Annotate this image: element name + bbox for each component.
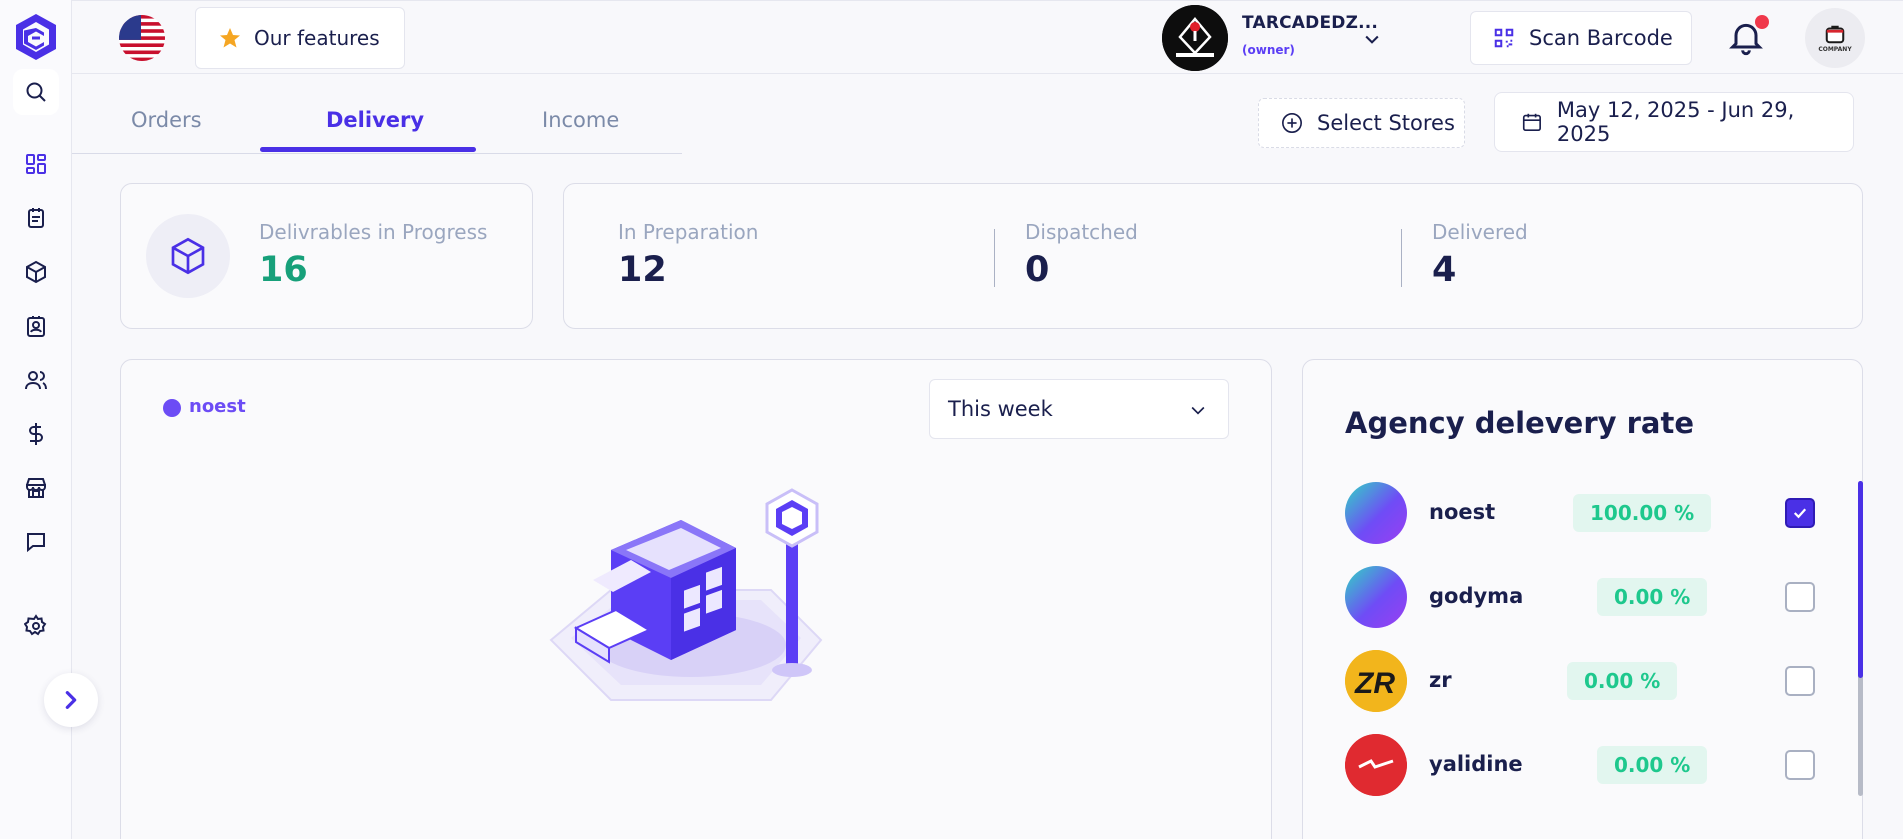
users-icon — [25, 371, 47, 390]
sidebar-item-contacts[interactable] — [18, 308, 54, 344]
agency-rate: 100.00 % — [1573, 494, 1712, 532]
chevron-down-icon — [1365, 35, 1379, 44]
box-icon — [146, 214, 230, 298]
account-switcher[interactable]: TARCADEDZ... (owner) — [1162, 5, 1400, 71]
in-progress-value: 16 — [259, 250, 308, 290]
scrollbar-thumb[interactable] — [1858, 481, 1863, 678]
chat-icon — [27, 533, 45, 553]
orders-icon — [28, 208, 44, 228]
sidebar-item-products[interactable] — [18, 254, 54, 290]
divider — [1401, 229, 1402, 287]
zr-logo-icon: ZR — [1345, 650, 1407, 712]
sidebar-item-users[interactable] — [18, 362, 54, 398]
delivery-chart-panel: noest This week — [120, 359, 1272, 839]
agency-name: noest — [1429, 500, 1496, 524]
dispatched-label: Dispatched — [1025, 220, 1138, 244]
agency-name: yalidine — [1429, 752, 1523, 776]
preparation-value: 12 — [618, 250, 667, 290]
delivered-value: 4 — [1432, 250, 1457, 290]
sidebar-item-orders[interactable] — [18, 200, 54, 236]
sidebar-item-stores[interactable] — [18, 470, 54, 506]
agency-row-noest: noest 100.00 % — [1345, 482, 1815, 544]
delivery-status-card: In Preparation 12 Dispatched 0 Delivered… — [563, 183, 1863, 329]
date-range-value: May 12, 2025 - Jun 29, 2025 — [1556, 98, 1795, 146]
scan-barcode-label: Scan Barcode — [1529, 26, 1673, 50]
agency-avatar — [1345, 566, 1407, 628]
our-features-label: Our features — [254, 26, 380, 50]
chevron-down-icon — [1191, 406, 1205, 415]
in-progress-card: Delivrables in Progress 16 — [120, 183, 533, 329]
account-avatar — [1162, 5, 1228, 71]
account-role: (owner) — [1242, 43, 1295, 57]
company-label: COMPANY — [1818, 46, 1852, 53]
tab-income[interactable]: Income — [542, 108, 619, 132]
agency-rate: 0.00 % — [1597, 578, 1708, 616]
app-logo[interactable] — [12, 12, 60, 62]
period-select[interactable]: This week — [929, 379, 1229, 439]
plus-circle-icon — [1282, 113, 1302, 133]
check-icon — [1793, 508, 1807, 519]
products-icon — [26, 260, 46, 284]
settings-icon — [24, 614, 47, 636]
sidebar-expand-button[interactable] — [44, 673, 98, 727]
agency-row-godyma: godyma 0.00 % — [1345, 566, 1815, 628]
dollar-icon — [29, 423, 43, 445]
legend-marker — [163, 399, 181, 417]
agency-checkbox[interactable] — [1785, 750, 1815, 780]
select-stores-label: Select Stores — [1317, 111, 1455, 135]
dashboard-icon — [26, 154, 46, 174]
agency-name: zr — [1429, 668, 1452, 692]
select-stores-button[interactable]: Select Stores — [1258, 98, 1465, 148]
agency-row-yalidine: yalidine 0.00 % — [1345, 734, 1815, 796]
agency-rate: 0.00 % — [1597, 746, 1708, 784]
account-name: TARCADEDZ... — [1242, 13, 1379, 33]
preparation-label: In Preparation — [618, 220, 759, 244]
company-logo-icon — [1825, 25, 1845, 44]
date-range-picker[interactable]: May 12, 2025 - Jun 29, 2025 — [1494, 92, 1854, 152]
us-flag-icon[interactable] — [119, 15, 165, 61]
agency-checkbox[interactable] — [1785, 666, 1815, 696]
top-bar: Our features TARCADEDZ... (owner) Scan B… — [72, 0, 1903, 74]
tab-delivery[interactable]: Delivery — [326, 108, 424, 132]
delivery-tabs: Orders Delivery Income — [72, 84, 682, 154]
dispatched-value: 0 — [1025, 250, 1050, 290]
agency-delivery-rate-panel: Agency delevery rate noest 100.00 % gody… — [1302, 359, 1863, 839]
svg-text:ZR: ZR — [1354, 667, 1395, 700]
calendar-icon — [1522, 113, 1541, 132]
search-button[interactable] — [13, 69, 59, 115]
agency-checkbox[interactable] — [1785, 498, 1815, 528]
qr-code-icon — [1494, 28, 1514, 48]
company-avatar[interactable]: COMPANY — [1805, 8, 1865, 68]
agency-panel-title: Agency delevery rate — [1345, 406, 1695, 440]
agency-rate: 0.00 % — [1567, 662, 1678, 700]
agency-list[interactable]: noest 100.00 % godyma 0.00 % ZR zr 0.00 … — [1303, 460, 1864, 798]
agency-checkbox[interactable] — [1785, 582, 1815, 612]
chevron-right-icon — [65, 691, 77, 709]
yalidine-logo-icon — [1345, 734, 1407, 796]
tab-orders[interactable]: Orders — [131, 108, 202, 132]
sidebar-item-chat[interactable] — [18, 524, 54, 560]
agency-row-zr: ZR zr 0.00 % — [1345, 650, 1815, 712]
sidebar-item-settings[interactable] — [18, 608, 54, 644]
agency-name: godyma — [1429, 584, 1524, 608]
star-icon — [220, 28, 240, 48]
active-tab-indicator — [260, 147, 476, 152]
contacts-icon — [27, 316, 45, 337]
delivered-label: Delivered — [1432, 220, 1528, 244]
search-icon — [26, 82, 46, 102]
store-icon — [26, 478, 46, 498]
in-progress-label: Delivrables in Progress — [259, 220, 488, 244]
our-features-button[interactable]: Our features — [195, 7, 405, 69]
sidebar-item-finance[interactable] — [18, 416, 54, 452]
empty-store-illustration — [549, 488, 823, 701]
agency-avatar — [1345, 482, 1407, 544]
notification-badge — [1755, 15, 1769, 29]
scan-barcode-button[interactable]: Scan Barcode — [1470, 11, 1692, 65]
sidebar-item-dashboard[interactable] — [18, 146, 54, 182]
divider — [994, 229, 995, 287]
period-value: This week — [948, 397, 1053, 421]
legend-label[interactable]: noest — [189, 396, 246, 417]
